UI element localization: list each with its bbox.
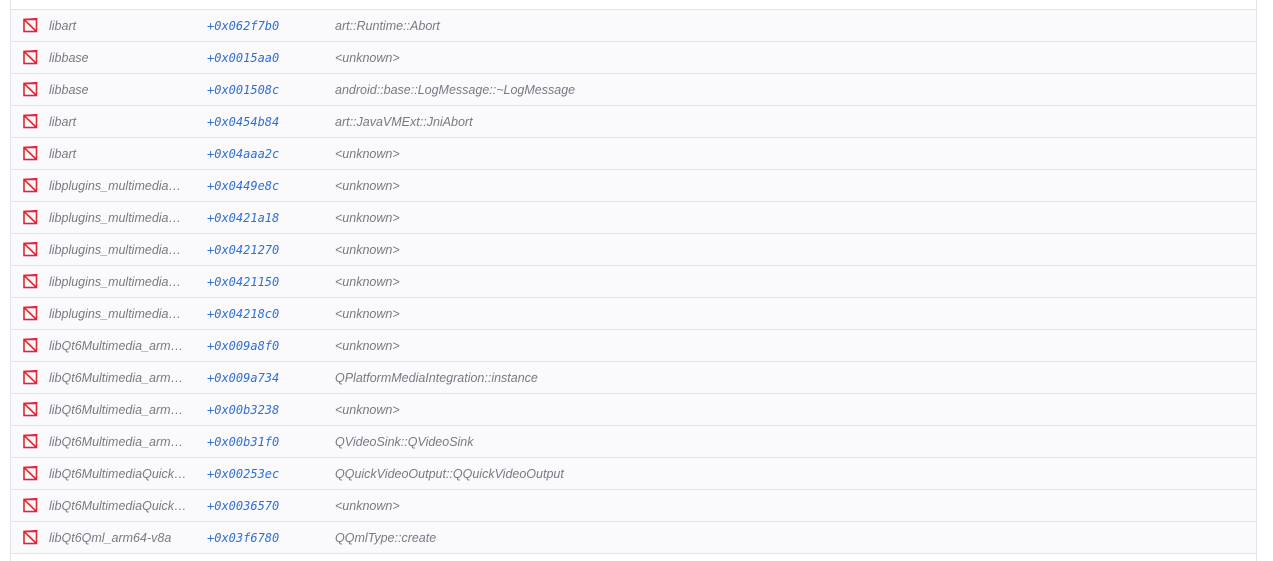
frame-function: <unknown>	[335, 242, 400, 257]
frame-function: QQuickVideoOutput::QQuickVideoOutput	[335, 466, 564, 481]
frame-address[interactable]: +0x009a734	[207, 371, 335, 385]
stack-frame-row[interactable]: libbase +0x0015aa0 <unknown>	[11, 42, 1256, 74]
frame-library: libplugins_multimedia…	[49, 274, 182, 289]
stack-trace-frames: libart +0x062f7b0 art::Runtime::Abort li…	[10, 0, 1257, 561]
frame-library: libart	[49, 18, 77, 33]
frame-function: <unknown>	[335, 178, 400, 193]
frame-address[interactable]: +0x04218c0	[207, 307, 335, 321]
frame-function: <unknown>	[335, 402, 400, 417]
frame-address[interactable]: +0x009a8f0	[207, 339, 335, 353]
frame-library: libQt6MultimediaQuick…	[49, 498, 187, 513]
non-app-frame-icon	[11, 210, 49, 225]
frame-address[interactable]: +0x03f6780	[207, 531, 335, 545]
stack-frame-row[interactable]: libplugins_multimedia… +0x0421270 <unkno…	[11, 234, 1256, 266]
non-app-frame-icon	[11, 242, 49, 257]
frame-library: libbase	[49, 82, 89, 97]
frame-library: libplugins_multimedia…	[49, 242, 182, 257]
non-app-frame-icon	[11, 338, 49, 353]
frame-library: libart	[49, 146, 77, 161]
frame-function: art::JavaVMExt::JniAbort	[335, 114, 473, 129]
stack-frame-row[interactable]: libQt6MultimediaQuick… +0x0036570 <unkno…	[11, 490, 1256, 522]
frame-address[interactable]: +0x00253ec	[207, 467, 335, 481]
frame-function: <unknown>	[335, 274, 400, 289]
frame-library: libplugins_multimedia…	[49, 210, 182, 225]
non-app-frame-icon	[11, 274, 49, 289]
non-app-frame-icon	[11, 402, 49, 417]
frame-library: libQt6Qml_arm64-v8a	[49, 530, 172, 545]
frame-function: QVideoSink::QVideoSink	[335, 434, 474, 449]
frame-function: art::Runtime::Abort	[335, 18, 440, 33]
stack-frame-row[interactable]: libplugins_multimedia… +0x04218c0 <unkno…	[11, 298, 1256, 330]
stack-frame-row[interactable]: libQt6Multimedia_arm… +0x00b31f0 QVideoS…	[11, 426, 1256, 458]
stack-frame-row[interactable]: libQt6Multimedia_arm… +0x00b3238 <unknow…	[11, 394, 1256, 426]
non-app-frame-icon	[11, 306, 49, 321]
non-app-frame-icon	[11, 434, 49, 449]
stack-frame-row[interactable]: libart +0x062f7b0 art::Runtime::Abort	[11, 10, 1256, 42]
frame-address[interactable]: +0x0421a18	[207, 211, 335, 225]
non-app-frame-icon	[11, 18, 49, 33]
stack-frame-row[interactable]: libplugins_multimedia… +0x0421150 <unkno…	[11, 266, 1256, 298]
frame-function: <unknown>	[335, 306, 400, 321]
frame-address[interactable]: +0x00b31f0	[207, 435, 335, 449]
frame-function: QQmlType::create	[335, 530, 437, 545]
non-app-frame-icon	[11, 370, 49, 385]
frame-address[interactable]: +0x0036570	[207, 499, 335, 513]
frame-address[interactable]: +0x0454b84	[207, 115, 335, 129]
frame-function: android::base::LogMessage::~LogMessage	[335, 82, 576, 97]
non-app-frame-icon	[11, 530, 49, 545]
frame-library: libQt6MultimediaQuick…	[49, 466, 187, 481]
frame-function: <unknown>	[335, 210, 400, 225]
frame-function: QPlatformMediaIntegration::instance	[335, 370, 538, 385]
frame-function: <unknown>	[335, 498, 400, 513]
stack-frame-row[interactable]: libbase +0x001508c android::base::LogMes…	[11, 74, 1256, 106]
frame-address[interactable]: +0x0421270	[207, 243, 335, 257]
frame-library: libQt6Multimedia_arm…	[49, 434, 184, 449]
stack-frame-row[interactable]: libplugins_multimedia… +0x0449e8c <unkno…	[11, 170, 1256, 202]
stack-frame-row[interactable]: libQt6MultimediaQuick… +0x00253ec QQuick…	[11, 458, 1256, 490]
stack-frame-row[interactable]: libart +0x04aaa2c <unknown>	[11, 138, 1256, 170]
frame-address[interactable]: +0x04aaa2c	[207, 147, 335, 161]
frame-function: <unknown>	[335, 50, 400, 65]
frame-library: libart	[49, 114, 77, 129]
frame-library: libplugins_multimedia…	[49, 178, 182, 193]
non-app-frame-icon	[11, 50, 49, 65]
non-app-frame-icon	[11, 114, 49, 129]
stack-frame-row[interactable]: libplugins_multimedia… +0x0421a18 <unkno…	[11, 202, 1256, 234]
stack-frame-row[interactable]: libQt6Multimedia_arm… +0x009a8f0 <unknow…	[11, 330, 1256, 362]
frame-library: libbase	[49, 50, 89, 65]
frame-library: libplugins_multimedia…	[49, 306, 182, 321]
stack-frame-row[interactable]: libQt6Multimedia_arm… +0x009a734 QPlatfo…	[11, 362, 1256, 394]
frame-library: libQt6Multimedia_arm…	[49, 402, 184, 417]
frame-address[interactable]: +0x0015aa0	[207, 51, 335, 65]
frame-address[interactable]: +0x00b3238	[207, 403, 335, 417]
non-app-frame-icon	[11, 82, 49, 97]
stack-frame-row[interactable]: libQt6Qml_arm64-v8a +0x03f6780 QQmlType:…	[11, 522, 1256, 554]
frame-function: <unknown>	[335, 146, 400, 161]
frame-address[interactable]: +0x0421150	[207, 275, 335, 289]
stack-frame-row[interactable]: libart +0x0454b84 art::JavaVMExt::JniAbo…	[11, 106, 1256, 138]
frame-library: libQt6Multimedia_arm…	[49, 370, 184, 385]
frame-address[interactable]: +0x001508c	[207, 83, 335, 97]
frame-library: libQt6Multimedia_arm…	[49, 338, 184, 353]
frame-address[interactable]: +0x0449e8c	[207, 179, 335, 193]
list-top-border	[11, 0, 1256, 10]
frame-list: libart +0x062f7b0 art::Runtime::Abort li…	[11, 10, 1256, 554]
frame-function: <unknown>	[335, 338, 400, 353]
non-app-frame-icon	[11, 146, 49, 161]
non-app-frame-icon	[11, 498, 49, 513]
non-app-frame-icon	[11, 178, 49, 193]
frame-address[interactable]: +0x062f7b0	[207, 19, 335, 33]
non-app-frame-icon	[11, 466, 49, 481]
